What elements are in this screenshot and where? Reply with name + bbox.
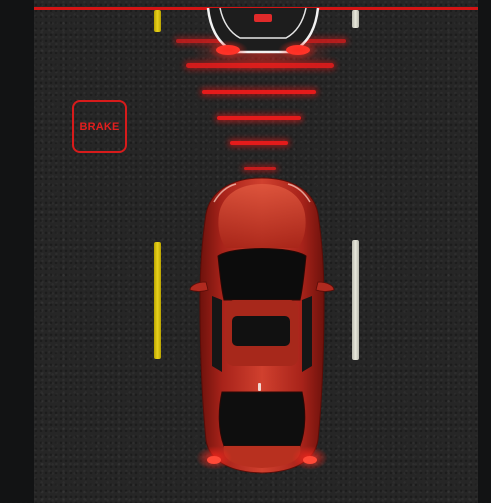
lead-car — [192, 7, 332, 74]
vehicles-layer — [189, 7, 335, 474]
collision-warning-scene: BRAKE — [0, 0, 491, 503]
ego-car — [189, 170, 335, 474]
